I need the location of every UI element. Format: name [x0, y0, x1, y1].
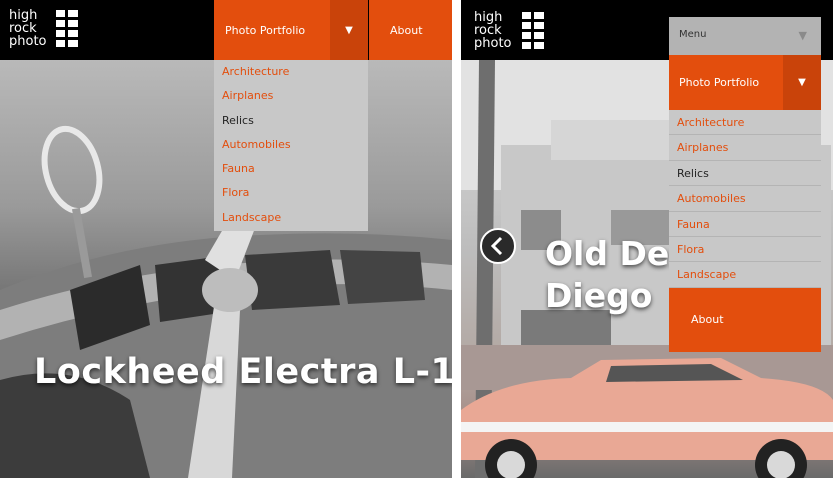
hero-title-line-1: Old Des	[545, 234, 689, 273]
dropdown-item-landscape[interactable]: Landscape	[214, 206, 368, 230]
hero-title: Lockheed Electra L-10E	[34, 352, 452, 392]
menu-item-airplanes[interactable]: Airplanes	[669, 135, 821, 161]
dropdown-item-automobiles[interactable]: Automobiles	[214, 133, 368, 157]
dropdown-item-architecture[interactable]: Architecture	[214, 60, 368, 84]
previous-slide-button[interactable]	[480, 228, 516, 264]
hero-title-line-2: Diego	[545, 276, 653, 315]
mobile-view: Old Des Diego high rock photo Menu ▼ Pho…	[461, 0, 833, 478]
menu-item-relics[interactable]: Relics	[669, 160, 821, 187]
menu-about[interactable]: About	[669, 287, 821, 352]
menu-item-fauna[interactable]: Fauna	[669, 211, 821, 237]
menu-item-flora[interactable]: Flora	[669, 236, 821, 263]
menu-photo-portfolio[interactable]: Photo Portfolio ▼	[669, 55, 821, 110]
portfolio-dropdown: Architecture Airplanes Relics Automobile…	[214, 60, 368, 231]
menu-item-automobiles[interactable]: Automobiles	[669, 186, 821, 212]
logo-mark-icon[interactable]	[522, 12, 544, 54]
menu-toggle[interactable]: Menu ▼	[669, 17, 821, 55]
chevron-left-icon	[490, 236, 503, 256]
logo-line-photo: photo	[474, 36, 512, 51]
dropdown-item-flora[interactable]: Flora	[214, 181, 368, 205]
menu-photo-portfolio-label: Photo Portfolio	[679, 76, 760, 89]
logo-line-photo: photo	[9, 34, 47, 49]
hero-title: Old Des Diego	[545, 233, 689, 317]
logo-text[interactable]: high rock photo	[9, 9, 47, 48]
desktop-view: Lockheed Electra L-10E high rock photo P…	[0, 0, 452, 478]
nav-about-label: About	[390, 23, 423, 37]
nav-photo-portfolio-label: Photo Portfolio	[225, 23, 306, 37]
top-bar: high rock photo Photo Portfolio ▼ About	[0, 0, 452, 60]
chevron-down-icon[interactable]: ▼	[330, 0, 368, 60]
chevron-down-icon: ▼	[798, 29, 807, 42]
menu-item-landscape[interactable]: Landscape	[669, 262, 821, 288]
dropdown-item-relics[interactable]: Relics	[214, 109, 368, 133]
menu-label: Menu	[679, 29, 707, 40]
menu-item-architecture[interactable]: Architecture	[669, 110, 821, 136]
mobile-menu: Menu ▼ Photo Portfolio ▼ Architecture Ai…	[669, 17, 821, 352]
nav-about[interactable]: About	[369, 0, 452, 60]
logo-text[interactable]: high rock photo	[474, 11, 512, 50]
chevron-down-icon[interactable]: ▼	[783, 55, 821, 110]
dropdown-item-airplanes[interactable]: Airplanes	[214, 84, 368, 108]
dropdown-item-fauna[interactable]: Fauna	[214, 157, 368, 181]
logo-mark-icon[interactable]	[56, 10, 78, 52]
